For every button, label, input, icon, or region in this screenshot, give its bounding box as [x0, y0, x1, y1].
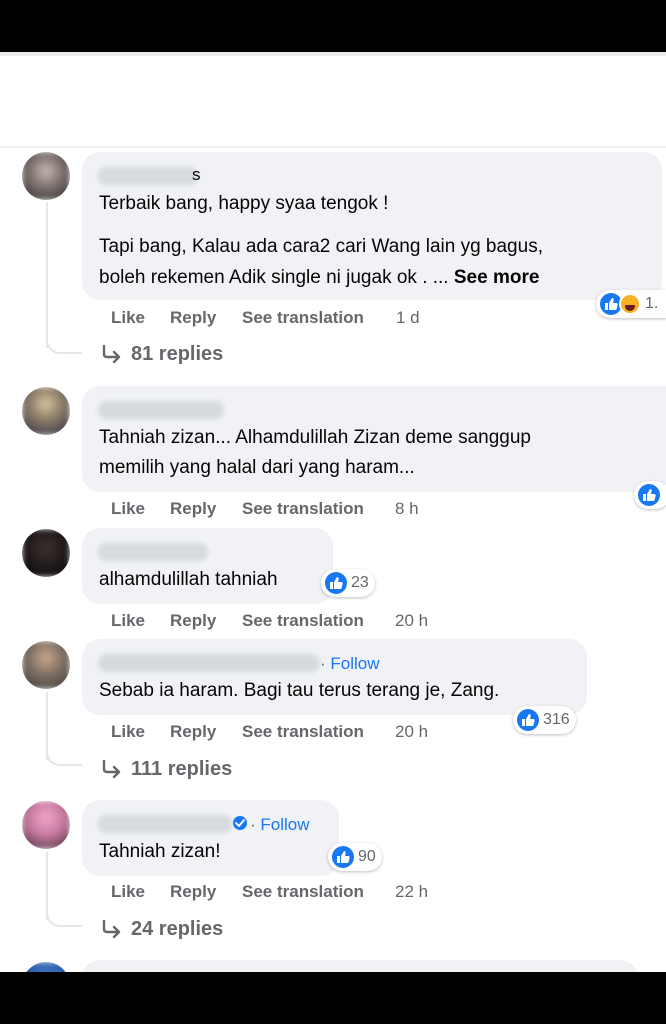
reaction-summary[interactable]: 90	[328, 843, 382, 871]
comments-page: s Terbaik bang, happy syaa tengok ! Tapi…	[0, 52, 666, 972]
comment-bubble: · Follow Tahniah zizan!	[82, 800, 339, 876]
replies-count-label: 81 replies	[131, 343, 224, 365]
reaction-count: 23	[351, 574, 369, 591]
commenter-name-blurred[interactable]	[98, 167, 198, 185]
comment-timestamp[interactable]: 8 h	[395, 499, 419, 519]
follow-label: Follow	[260, 815, 310, 834]
reaction-count: 90	[358, 848, 376, 865]
comment-bubble: · Follow Sebab ia haram. Bagi tau terus …	[82, 639, 587, 715]
comment-bubble: s Terbaik bang, happy syaa tengok ! Tapi…	[82, 152, 662, 300]
like-action[interactable]: Like	[111, 882, 145, 902]
see-translation-action[interactable]: See translation	[242, 499, 364, 519]
like-reaction-icon	[638, 484, 660, 506]
comment-bubble: alhamdulillah tahniah	[82, 528, 333, 604]
commenter-name-blurred[interactable]	[98, 654, 320, 672]
follow-link[interactable]: · Follow	[320, 654, 380, 674]
see-translation-action[interactable]: See translation	[242, 611, 364, 631]
follow-link[interactable]: · Follow	[250, 815, 310, 835]
avatar[interactable]	[22, 152, 70, 200]
comment-timestamp[interactable]: 20 h	[395, 722, 428, 742]
thread-curve	[46, 909, 82, 927]
commenter-name-blurred[interactable]	[98, 401, 224, 419]
reply-arrow-icon	[102, 344, 121, 364]
commenter-name-blurred[interactable]	[98, 543, 208, 561]
avatar[interactable]	[22, 529, 70, 577]
comment-bubble: Tahniah zizan... Alhamdulillah Zizan dem…	[82, 386, 666, 492]
comment-text-line: Tapi bang, Kalau ada cara2 cari Wang lai…	[99, 236, 543, 257]
section-divider	[0, 146, 666, 148]
like-reaction-icon	[517, 709, 539, 731]
like-action[interactable]: Like	[111, 611, 145, 631]
haha-reaction-icon	[619, 293, 641, 315]
like-reaction-icon	[325, 572, 347, 594]
reaction-summary[interactable]: 316	[513, 706, 576, 734]
reaction-summary[interactable]	[634, 481, 666, 509]
thread-curve	[46, 748, 82, 766]
reply-action[interactable]: Reply	[170, 499, 216, 519]
comment-text-fragment: boleh rekemen Adik single ni jugak ok . …	[99, 267, 449, 288]
comment-text-line: Terbaik bang, happy syaa tengok !	[99, 193, 389, 214]
see-more-link[interactable]: See more	[454, 267, 540, 288]
comment-timestamp[interactable]: 22 h	[395, 882, 428, 902]
thread-line	[46, 202, 48, 348]
like-reaction-icon	[332, 846, 354, 868]
comment-text-line: boleh rekemen Adik single ni jugak ok . …	[99, 262, 539, 293]
bottom-black-bar	[0, 972, 666, 1024]
avatar[interactable]	[22, 801, 70, 849]
avatar[interactable]	[22, 387, 70, 435]
see-translation-action[interactable]: See translation	[242, 882, 364, 902]
view-replies-button[interactable]: 111 replies	[101, 758, 232, 781]
like-action[interactable]: Like	[111, 308, 145, 328]
reaction-summary[interactable]: 1.	[596, 290, 666, 318]
reply-arrow-icon	[102, 919, 121, 939]
view-replies-button[interactable]: 24 replies	[101, 918, 223, 941]
thread-curve	[46, 332, 82, 354]
comment-timestamp[interactable]: 20 h	[395, 611, 428, 631]
see-translation-action[interactable]: See translation	[242, 308, 364, 328]
avatar[interactable]	[22, 962, 70, 972]
reaction-summary[interactable]: 23	[321, 569, 375, 597]
reply-action[interactable]: Reply	[170, 308, 216, 328]
commenter-name-blurred[interactable]	[98, 815, 232, 833]
comment-text-line: Tahniah zizan!	[99, 841, 221, 862]
avatar[interactable]	[22, 641, 70, 689]
comment-bubble	[82, 960, 638, 972]
follow-label: Follow	[330, 654, 380, 673]
comment-text-line: memilih yang halal dari yang haram...	[99, 457, 415, 478]
commenter-name-suffix: s	[192, 165, 201, 184]
reaction-count: 316	[543, 711, 570, 728]
comment-text-line: Sebab ia haram. Bagi tau terus terang je…	[99, 680, 500, 701]
reply-action[interactable]: Reply	[170, 611, 216, 631]
comment-text-line: Tahniah zizan... Alhamdulillah Zizan dem…	[99, 427, 531, 448]
top-strip	[0, 52, 666, 56]
view-replies-button[interactable]: 81 replies	[101, 343, 223, 366]
see-translation-action[interactable]: See translation	[242, 722, 364, 742]
comment-timestamp[interactable]: 1 d	[396, 308, 420, 328]
replies-count-label: 24 replies	[131, 918, 224, 940]
reply-action[interactable]: Reply	[170, 882, 216, 902]
replies-count-label: 111 replies	[131, 758, 233, 780]
reply-arrow-icon	[102, 759, 121, 779]
like-action[interactable]: Like	[111, 722, 145, 742]
like-action[interactable]: Like	[111, 499, 145, 519]
reaction-count: 1.	[645, 295, 659, 312]
reply-action[interactable]: Reply	[170, 722, 216, 742]
verified-badge-icon	[233, 816, 247, 830]
comment-text-line: alhamdulillah tahniah	[99, 569, 278, 590]
top-black-bar	[0, 0, 666, 52]
